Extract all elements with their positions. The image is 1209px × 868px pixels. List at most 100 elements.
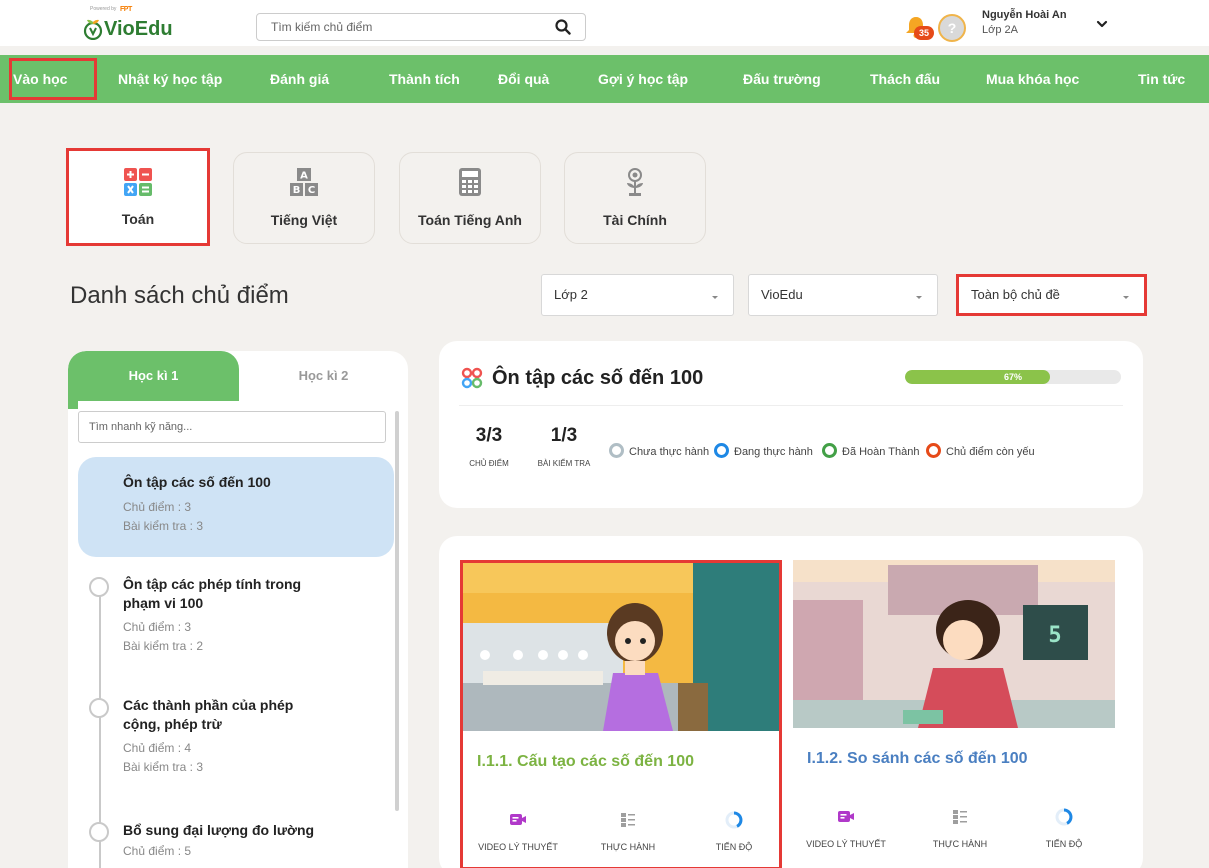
topic-title-line-1: Ôn tập các phép tính trong: [123, 576, 302, 592]
nav-item-mua-khoa-hoc[interactable]: Mua khóa học: [986, 55, 1079, 103]
nav-item-thach-dau[interactable]: Thách đấu: [870, 55, 940, 103]
scrollbar[interactable]: [395, 411, 399, 811]
topic-bai-kiem-tra: Bài kiểm tra : 2: [123, 639, 204, 653]
grade-select[interactable]: Lớp 2: [541, 274, 734, 316]
tien-do-button[interactable]: TIẾN ĐỘ: [1019, 808, 1109, 849]
topic-chu-diem: Chủ điểm : 3: [123, 500, 192, 514]
notification-count-badge: 35: [914, 26, 934, 40]
progress-label: 67%: [1003, 372, 1022, 382]
user-class: Lớp 2A: [982, 24, 1018, 36]
logo-powered-by: Powered by: [90, 6, 117, 12]
status-circle-icon: [89, 822, 109, 842]
topic-item[interactable]: Ôn tập các số đến 100 Chủ điểm : 3 Bài k…: [78, 457, 394, 557]
caret-down-icon: [916, 296, 922, 299]
topic-item[interactable]: Ôn tập các phép tính trong phạm vi 100 C…: [78, 571, 394, 681]
vioedu-logo[interactable]: Powered by FPT VioEdu: [80, 6, 180, 42]
legend-da-hoan-thanh: Đã Hoàn Thành: [822, 443, 919, 458]
practice-list-icon: [621, 813, 635, 827]
topic-progress-bar: 67%: [905, 370, 1121, 384]
main-nav: Vào học Nhật ký học tập Đánh giá Thành t…: [0, 55, 1209, 103]
topic-bai-kiem-tra: Bài kiểm tra : 3: [123, 760, 204, 774]
status-circle-icon: [89, 698, 109, 718]
topic-category-icon: [461, 367, 483, 389]
legend-label: Đã Hoàn Thành: [842, 446, 920, 458]
lesson-thumbnail[interactable]: 5: [793, 560, 1115, 728]
nav-item-nhat-ky-hoc-tap[interactable]: Nhật ký học tập: [118, 55, 222, 103]
tab-hoc-ki-1[interactable]: Học kì 1: [68, 351, 239, 401]
subject-tai-chinh[interactable]: Tài Chính: [564, 152, 706, 244]
legend-label: Chưa thực hành: [629, 446, 710, 458]
legend-chua-thuc-hanh: Chưa thực hành: [609, 443, 709, 458]
status-circle-icon: [926, 443, 941, 458]
svg-text:5: 5: [1048, 623, 1061, 648]
topic-chu-diem: Chủ điểm : 5: [123, 844, 192, 858]
caret-down-icon: [712, 296, 718, 299]
subject-tieng-viet[interactable]: A B C Tiếng Việt: [233, 152, 375, 244]
legend-label: Đang thực hành: [734, 446, 813, 458]
tab-accent: [68, 401, 78, 409]
lesson-illustration: 5: [793, 560, 1115, 728]
nav-item-thanh-tich[interactable]: Thành tích: [389, 55, 460, 103]
skill-search-box[interactable]: [78, 411, 386, 443]
summary-title: Ôn tập các số đến 100: [492, 367, 704, 389]
skill-search-input[interactable]: [79, 412, 379, 442]
topic-select-value: Toàn bộ chủ đề: [971, 287, 1060, 302]
video-ly-thuyet-button[interactable]: VIDEO LÝ THUYẾT: [801, 808, 891, 849]
lesson-card[interactable]: 5 I.1.2. So sánh các số đến 100 VIDEO LÝ…: [793, 560, 1115, 868]
tien-do-button[interactable]: TIẾN ĐỘ: [689, 811, 779, 852]
video-icon: [838, 811, 854, 822]
thuc-hanh-button[interactable]: THỰC HÀNH: [915, 808, 1005, 849]
subject-label: Tiếng Việt: [270, 212, 338, 228]
legend-label: Chủ điểm còn yếu: [946, 446, 1035, 458]
thuc-hanh-button[interactable]: THỰC HÀNH: [583, 811, 673, 852]
legend-chu-diem-con-yeu: Chủ điểm còn yếu: [926, 443, 1035, 458]
chu-diem-count: 3/3: [475, 425, 503, 446]
chu-diem-label: CHỦ ĐIỂM: [469, 459, 509, 468]
source-select[interactable]: VioEdu: [748, 274, 938, 316]
topic-bai-kiem-tra: Bài kiểm tra : 3: [123, 519, 204, 533]
status-circle-icon: [89, 577, 109, 597]
abc-blocks-icon: A B C: [290, 168, 318, 196]
chevron-down-icon[interactable]: [1096, 18, 1108, 30]
topic-select[interactable]: Toàn bộ chủ đề: [956, 274, 1147, 316]
action-label: THỰC HÀNH: [932, 839, 988, 849]
bai-kiem-tra-count: 1/3: [550, 425, 578, 446]
topic-chu-diem: Chủ điểm : 3: [123, 620, 192, 634]
section-title: Danh sách chủ điểm: [70, 282, 289, 309]
caret-down-icon: [1123, 296, 1129, 299]
video-ly-thuyet-button[interactable]: VIDEO LÝ THUYẾT: [473, 811, 563, 852]
lesson-title[interactable]: I.1.1. Cấu tạo các số đến 100: [477, 753, 694, 771]
nav-item-danh-gia[interactable]: Đánh giá: [270, 55, 329, 103]
tab-hoc-ki-2[interactable]: Học kì 2: [239, 351, 408, 401]
source-select-value: VioEdu: [761, 287, 803, 302]
subject-label: Tài Chính: [603, 212, 667, 228]
topic-search-input[interactable]: [257, 14, 547, 40]
action-label: VIDEO LÝ THUYẾT: [806, 839, 886, 849]
lesson-card[interactable]: I.1.1. Cấu tạo các số đến 100 VIDEO LÝ T…: [460, 560, 782, 868]
practice-list-icon: [953, 810, 967, 824]
subject-toan[interactable]: Toán: [66, 148, 210, 246]
topic-search-box[interactable]: [256, 13, 586, 41]
coin-plant-icon: [627, 168, 643, 196]
status-circle-icon: [714, 443, 729, 458]
nav-item-doi-qua[interactable]: Đổi quà: [498, 55, 549, 103]
search-icon[interactable]: [555, 19, 571, 35]
nav-item-goi-y-hoc-tap[interactable]: Gợi ý học tập: [598, 55, 688, 103]
topic-title-line-1: Các thành phần của phép: [123, 697, 294, 713]
nav-item-tin-tuc[interactable]: Tin tức: [1138, 55, 1185, 103]
topic-item[interactable]: Các thành phần của phép cộng, phép trừ C…: [78, 692, 394, 802]
nav-item-dau-truong[interactable]: Đấu trường: [743, 55, 821, 103]
progress-ring-icon: [725, 811, 743, 829]
topic-item[interactable]: Bổ sung đại lượng đo lường Chủ điểm : 5: [78, 819, 394, 868]
topic-list-panel: Học kì 1 Học kì 2 Ôn tập các số đến 100 …: [68, 351, 408, 868]
topic-title-line-2: phạm vi 100: [123, 595, 204, 611]
lesson-illustration: [463, 563, 779, 731]
lesson-title[interactable]: I.1.2. So sánh các số đến 100: [807, 750, 1028, 768]
user-name: Nguyễn Hoài An: [982, 9, 1067, 21]
calculator-operations-icon: [124, 168, 152, 196]
topic-chu-diem: Chủ điểm : 4: [123, 741, 192, 755]
user-avatar[interactable]: ?: [938, 14, 966, 42]
lesson-thumbnail[interactable]: [463, 563, 779, 731]
subject-toan-tieng-anh[interactable]: Toán Tiếng Anh: [399, 152, 541, 244]
fpt-logo: FPT: [120, 6, 132, 13]
